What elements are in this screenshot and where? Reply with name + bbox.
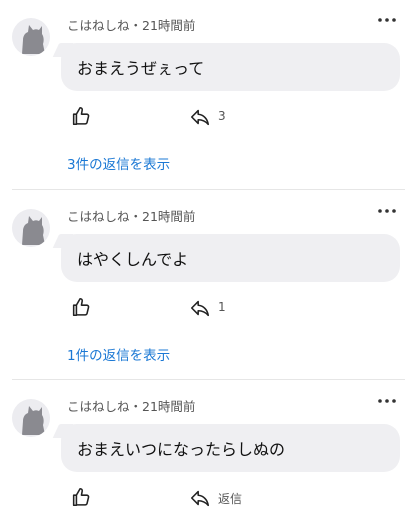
timestamp: 21時間前 (142, 399, 196, 414)
like-button[interactable] (70, 296, 92, 318)
comment-text: おまえいつになったらしぬの (77, 440, 286, 459)
timestamp: 21時間前 (142, 209, 196, 224)
comment-meta: こはねしね・21時間前 (67, 206, 195, 225)
meta-separator: ・ (129, 399, 143, 414)
comment-text: おまえうぜぇって (77, 59, 205, 78)
comment-text: はやくしんでよ (77, 250, 189, 269)
meta-separator: ・ (129, 209, 143, 224)
comment-bubble: おまえいつになったらしぬの (61, 424, 400, 472)
like-button[interactable] (70, 105, 92, 127)
cat-silhouette-icon (22, 216, 45, 245)
more-options-button[interactable] (377, 12, 397, 28)
reply-arrow-icon (190, 490, 210, 507)
more-horizontal-icon (378, 399, 396, 403)
more-horizontal-icon (378, 209, 396, 213)
comment-bubble: はやくしんでよ (61, 234, 400, 282)
view-replies-link[interactable]: 1件の返信を表示 (67, 344, 170, 364)
thumbs-up-icon (72, 106, 90, 126)
author-name[interactable]: こはねしね (67, 18, 130, 33)
comment-meta: こはねしね・21時間前 (67, 15, 195, 34)
more-options-button[interactable] (377, 203, 397, 219)
comment-meta: こはねしね・21時間前 (67, 396, 195, 415)
reply-count[interactable]: 1 (218, 300, 226, 314)
reply-arrow-icon (190, 109, 210, 126)
divider (12, 379, 405, 380)
timestamp: 21時間前 (142, 18, 196, 33)
avatar[interactable] (12, 18, 50, 56)
like-button[interactable] (70, 486, 92, 508)
more-horizontal-icon (378, 18, 396, 22)
avatar[interactable] (12, 209, 50, 247)
meta-separator: ・ (129, 18, 143, 33)
thumbs-up-icon (72, 487, 90, 507)
more-options-button[interactable] (377, 393, 397, 409)
author-name[interactable]: こはねしね (67, 209, 130, 224)
avatar[interactable] (12, 399, 50, 437)
reply-button[interactable] (189, 106, 211, 128)
reply-button[interactable] (189, 297, 211, 319)
divider (12, 189, 405, 190)
author-name[interactable]: こはねしね (67, 399, 130, 414)
cat-silhouette-icon (22, 25, 45, 54)
thumbs-up-icon (72, 297, 90, 317)
reply-arrow-icon (190, 300, 210, 317)
reply-label[interactable]: 返信 (218, 490, 242, 507)
view-replies-link[interactable]: 3件の返信を表示 (67, 153, 170, 173)
cat-silhouette-icon (22, 406, 45, 435)
reply-count[interactable]: 3 (218, 109, 226, 123)
reply-button[interactable] (189, 487, 211, 509)
comment-bubble: おまえうぜぇって (61, 43, 400, 91)
